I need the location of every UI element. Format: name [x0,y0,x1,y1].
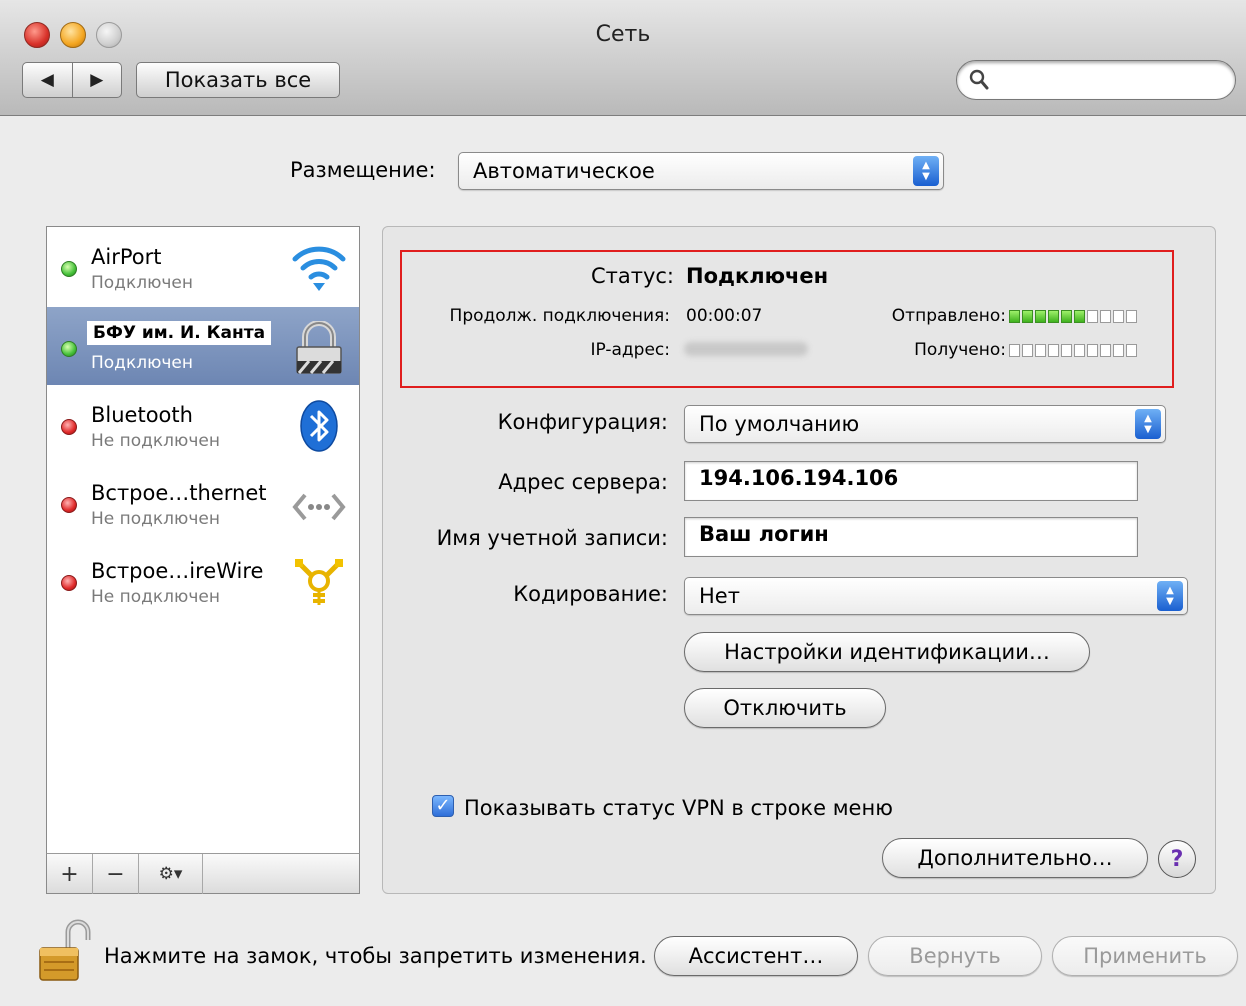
lock-open-icon[interactable] [38,918,94,984]
search-icon [969,69,989,90]
remove-service-button[interactable]: − [93,854,139,894]
server-label: Адрес сервера: [498,470,668,494]
ip-value-blurred [684,342,808,356]
service-item-firewire[interactable]: Встрое…ireWire Не подключен [47,541,359,619]
advanced-button[interactable]: Дополнительно… [882,838,1148,878]
status-dot-red-icon [61,497,77,513]
location-value: Автоматическое [473,159,655,183]
forward-button[interactable]: ▶ [71,63,122,97]
service-item-bluetooth[interactable]: Bluetooth Не подключен [47,385,359,463]
location-popup[interactable]: Автоматическое ▲ ▼ [458,152,944,190]
account-name-field[interactable]: Ваш логин [684,517,1138,557]
service-status: Подключен [91,353,193,373]
service-status: Подключен [91,273,193,293]
auth-settings-button[interactable]: Настройки идентификации… [684,632,1090,672]
status-dot-red-icon [61,419,77,435]
window-title: Сеть [595,22,651,47]
encryption-value: Нет [699,584,740,608]
service-name: БФУ им. И. Канта [87,321,272,345]
add-service-button[interactable]: + [47,854,93,894]
encryption-label: Кодирование: [513,582,668,606]
received-label: Получено: [914,340,1006,360]
nav-back-forward: ◀ ▶ [22,62,122,98]
server-address-field[interactable]: 194.106.194.106 [684,461,1138,501]
received-meter [1009,344,1137,357]
sent-label: Отправлено: [891,306,1006,326]
service-name: Встрое…ireWire [91,559,264,583]
service-item-vpn[interactable]: БФУ им. И. Канта Подключен [47,307,359,385]
account-label: Имя учетной записи: [436,526,668,550]
search-input[interactable] [956,60,1236,100]
ip-label: IP-адрес: [590,340,670,360]
service-name: Bluetooth [91,403,193,427]
config-popup[interactable]: По умолчанию ▲ ▼ [684,405,1166,443]
service-item-airport[interactable]: AirPort Подключен [47,227,359,305]
status-dot-red-icon [61,575,77,591]
bluetooth-icon [300,400,338,452]
location-label: Размещение: [290,158,436,182]
status-dot-green-icon [61,261,77,277]
vpn-menu-checkbox[interactable]: ✓ [432,795,454,817]
config-value: По умолчанию [699,412,860,436]
lock-hint-text: Нажмите на замок, чтобы запретить измене… [104,944,647,968]
status-value: Подключен [686,264,829,288]
help-button[interactable]: ? [1158,840,1196,878]
service-name: Встрое…thernet [91,481,267,505]
popup-arrows-icon: ▲ ▼ [1157,581,1183,611]
ethernet-icon [292,493,346,521]
duration-value: 00:00:07 [686,306,763,326]
vpn-menu-checkbox-label: Показывать статус VPN в строке меню [464,796,893,820]
encryption-popup[interactable]: Нет ▲ ▼ [684,577,1188,615]
popup-arrows-icon: ▲ ▼ [913,156,939,186]
service-status: Не подключен [91,431,220,451]
service-list-toolbar: + − ⚙▾ [46,853,360,894]
back-button[interactable]: ◀ [23,63,72,97]
wifi-icon [292,246,346,291]
service-status: Не подключен [91,587,220,607]
config-label: Конфигурация: [497,410,668,434]
sent-meter [1009,310,1137,323]
show-all-button[interactable]: Показать все [136,62,340,98]
duration-label: Продолж. подключения: [449,306,670,326]
service-status: Не подключен [91,509,220,529]
service-name: AirPort [91,245,162,269]
vpn-lock-icon [296,321,342,374]
window-toolbar: Сеть ◀ ▶ Показать все [0,0,1246,116]
service-list: AirPort Подключен БФУ им. И. Канта Подкл… [46,226,360,894]
disconnect-button[interactable]: Отключить [684,688,886,728]
popup-arrows-icon: ▲ ▼ [1135,409,1161,439]
status-dot-green-icon [61,341,77,357]
gear-menu-button[interactable]: ⚙▾ [139,854,203,894]
assistant-button[interactable]: Ассистент… [654,936,858,976]
service-item-ethernet[interactable]: Встрое…thernet Не подключен [47,463,359,541]
revert-button[interactable]: Вернуть [868,936,1042,976]
apply-button[interactable]: Применить [1052,936,1238,976]
status-label: Статус: [590,264,674,288]
firewire-icon [295,559,343,605]
